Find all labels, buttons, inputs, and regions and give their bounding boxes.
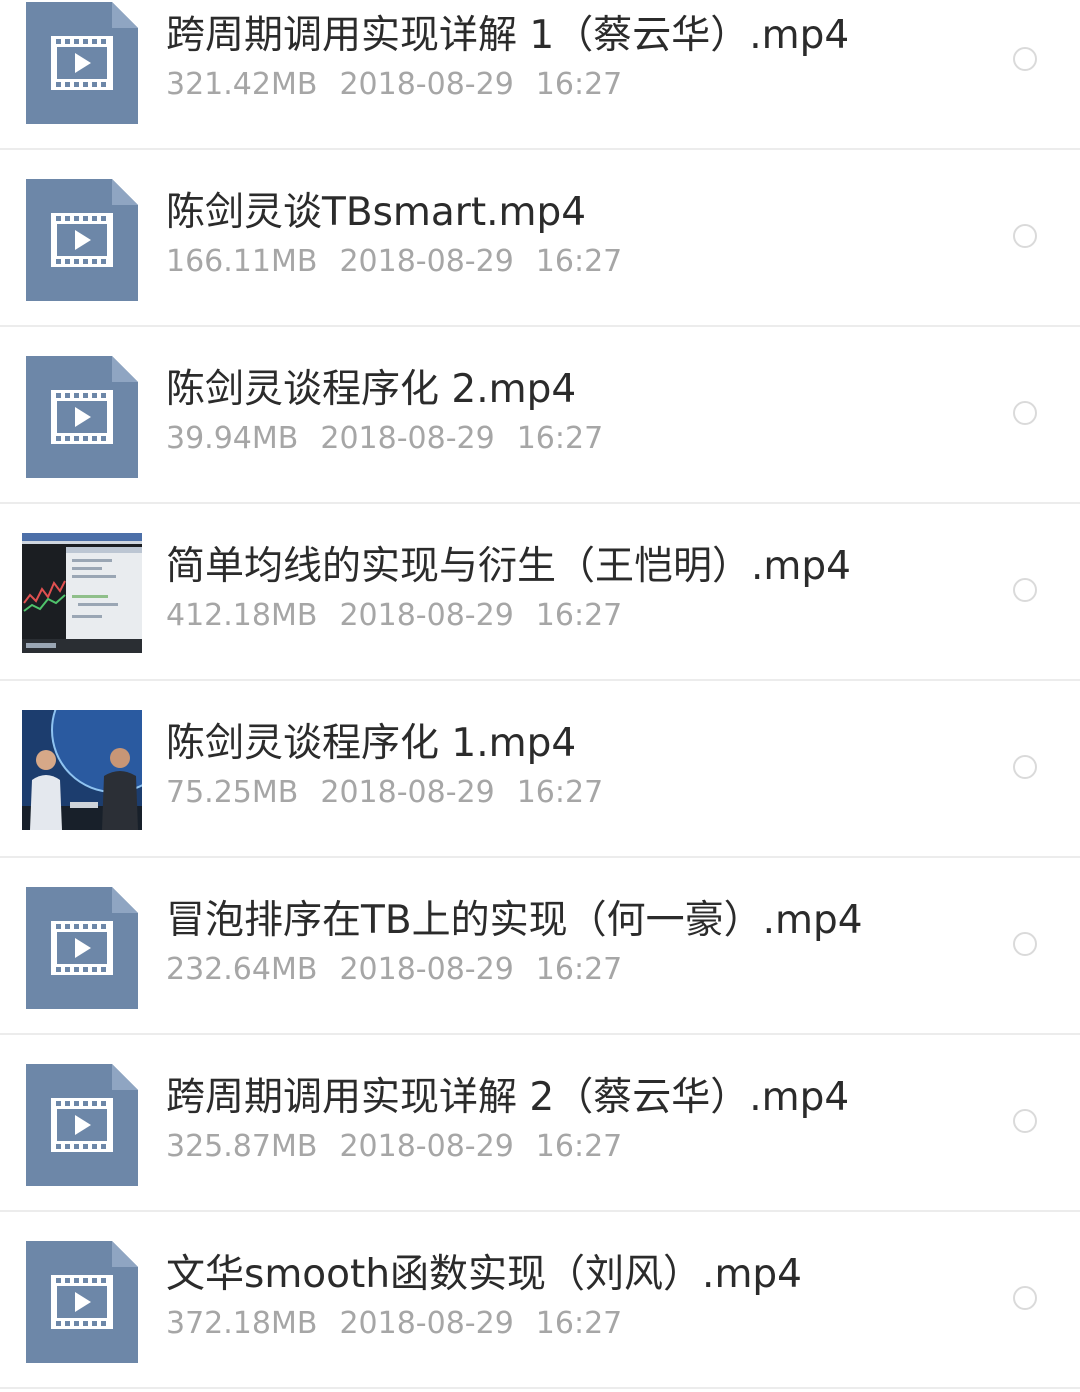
file-date: 2018-08-29	[339, 1129, 514, 1164]
file-date: 2018-08-29	[339, 952, 514, 987]
file-date: 2018-08-29	[339, 244, 514, 279]
file-meta: 412.18MB 2018-08-29 16:27	[166, 597, 960, 635]
file-time: 16:27	[535, 244, 623, 279]
file-date: 2018-08-29	[320, 421, 495, 456]
video-file-icon	[26, 356, 138, 478]
file-row[interactable]: 冒泡排序在TB上的实现（何一豪）.mp4 232.64MB 2018-08-29 1…	[0, 859, 1080, 1035]
file-date: 2018-08-29	[339, 67, 514, 102]
file-name: 陈剑灵谈程序化 1.mp4	[166, 721, 577, 766]
video-file-icon	[26, 1241, 138, 1363]
file-time: 16:27	[535, 952, 623, 987]
file-size: 75.25MB	[166, 775, 299, 810]
file-name: 简单均线的实现与衍生（王恺明）.mp4	[166, 544, 851, 589]
file-size: 166.11MB	[166, 244, 318, 279]
file-info: 冒泡排序在TB上的实现（何一豪）.mp4 232.64MB 2018-08-29 1…	[166, 897, 960, 989]
video-file-icon	[26, 1064, 138, 1186]
select-radio[interactable]	[1013, 578, 1037, 602]
file-meta: 166.11MB 2018-08-29 16:27	[166, 243, 960, 281]
file-row[interactable]: 跨周期调用实现详解 1（蔡云华）.mp4 321.42MB 2018-08-29 1…	[0, 0, 1080, 150]
file-size: 412.18MB	[166, 598, 318, 633]
file-name: 陈剑灵谈TBsmart.mp4	[166, 190, 587, 235]
file-info: 陈剑灵谈程序化 2.mp4 39.94MB 2018-08-29 16:27	[166, 366, 960, 458]
file-row[interactable]: 简单均线的实现与衍生（王恺明）.mp4 412.18MB 2018-08-29 16…	[0, 505, 1080, 681]
file-meta: 75.25MB 2018-08-29 16:27	[166, 774, 960, 812]
file-meta: 372.18MB 2018-08-29 16:27	[166, 1305, 960, 1343]
file-meta: 39.94MB 2018-08-29 16:27	[166, 420, 960, 458]
file-row[interactable]: 陈剑灵谈程序化 1.mp4 75.25MB 2018-08-29 16:27	[0, 682, 1080, 858]
file-info: 陈剑灵谈程序化 1.mp4 75.25MB 2018-08-29 16:27	[166, 720, 960, 812]
video-file-icon	[26, 179, 138, 301]
file-meta: 232.64MB 2018-08-29 16:27	[166, 951, 960, 989]
trading-chart-thumbnail	[22, 533, 142, 653]
select-radio[interactable]	[1013, 224, 1037, 248]
file-size: 372.18MB	[166, 1306, 318, 1341]
select-radio[interactable]	[1013, 1286, 1037, 1310]
file-info: 简单均线的实现与衍生（王恺明）.mp4 412.18MB 2018-08-29 16…	[166, 543, 960, 635]
video-file-icon	[26, 887, 138, 1009]
file-row[interactable]: 跨周期调用实现详解 2（蔡云华）.mp4 325.87MB 2018-08-29 1…	[0, 1036, 1080, 1212]
file-row[interactable]: 陈剑灵谈程序化 2.mp4 39.94MB 2018-08-29 16:27	[0, 328, 1080, 504]
file-date: 2018-08-29	[320, 775, 495, 810]
file-size: 321.42MB	[166, 67, 318, 102]
file-time: 16:27	[535, 1306, 623, 1341]
file-time: 16:27	[535, 598, 623, 633]
file-time: 16:27	[535, 1129, 623, 1164]
file-meta: 325.87MB 2018-08-29 16:27	[166, 1128, 960, 1166]
file-info: 陈剑灵谈TBsmart.mp4 166.11MB 2018-08-29 16:27	[166, 189, 960, 281]
file-name: 跨周期调用实现详解 2（蔡云华）.mp4	[166, 1075, 850, 1120]
select-radio[interactable]	[1013, 401, 1037, 425]
select-radio[interactable]	[1013, 755, 1037, 779]
select-radio[interactable]	[1013, 1109, 1037, 1133]
file-name: 冒泡排序在TB上的实现（何一豪）.mp4	[166, 898, 863, 943]
file-time: 16:27	[516, 775, 604, 810]
file-size: 39.94MB	[166, 421, 299, 456]
file-meta: 321.42MB 2018-08-29 16:27	[166, 66, 960, 104]
video-file-icon	[26, 2, 138, 124]
file-time: 16:27	[535, 67, 623, 102]
file-row[interactable]: 文华smooth函数实现（刘风）.mp4 372.18MB 2018-08-29 1…	[0, 1213, 1080, 1389]
file-size: 232.64MB	[166, 952, 318, 987]
file-row[interactable]: 陈剑灵谈TBsmart.mp4 166.11MB 2018-08-29 16:27	[0, 151, 1080, 327]
select-radio[interactable]	[1013, 47, 1037, 71]
file-name: 文华smooth函数实现（刘风）.mp4	[166, 1252, 802, 1297]
file-list: 跨周期调用实现详解 1（蔡云华）.mp4 321.42MB 2018-08-29 1…	[0, 0, 1080, 1392]
file-info: 跨周期调用实现详解 1（蔡云华）.mp4 321.42MB 2018-08-29 1…	[166, 12, 960, 104]
file-name: 陈剑灵谈程序化 2.mp4	[166, 367, 577, 412]
file-name: 跨周期调用实现详解 1（蔡云华）.mp4	[166, 13, 850, 58]
file-info: 跨周期调用实现详解 2（蔡云华）.mp4 325.87MB 2018-08-29 1…	[166, 1074, 960, 1166]
select-radio[interactable]	[1013, 932, 1037, 956]
interview-thumbnail	[22, 710, 142, 830]
file-date: 2018-08-29	[339, 598, 514, 633]
file-info: 文华smooth函数实现（刘风）.mp4 372.18MB 2018-08-29 1…	[166, 1251, 960, 1343]
file-date: 2018-08-29	[339, 1306, 514, 1341]
file-size: 325.87MB	[166, 1129, 318, 1164]
file-time: 16:27	[516, 421, 604, 456]
